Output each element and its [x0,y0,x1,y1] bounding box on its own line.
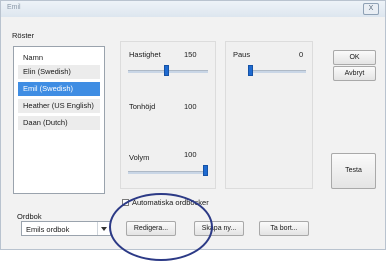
pause-slider-track [248,70,306,73]
volume-slider-thumb[interactable] [203,165,208,176]
highlight-ellipse [109,193,213,261]
dictionary-label: Ordbok [17,212,42,221]
remove-button[interactable]: Ta bort... [259,221,309,236]
ok-button[interactable]: OK [333,50,376,65]
title-bar: Emil X [1,1,385,17]
speed-label: Hastighet [129,50,161,59]
voice-list[interactable]: Namn Elin (Swedish) Emil (Swedish) Heath… [13,46,105,194]
pause-label: Paus [233,50,251,59]
list-item-heather[interactable]: Heather (US English) [18,99,100,113]
pitch-value: 100 [184,102,197,111]
pause-value: 0 [299,50,304,59]
speed-value: 150 [184,50,197,59]
pause-slider-thumb[interactable] [248,65,253,76]
volume-slider-track [128,171,208,174]
pause-panel [225,41,313,189]
dictionary-select[interactable]: Emils ordbok [21,221,111,236]
speed-slider-thumb[interactable] [164,65,169,76]
list-item-daan[interactable]: Daan (Dutch) [18,116,100,130]
list-item-emil[interactable]: Emil (Swedish) [18,82,100,96]
volume-value: 100 [184,150,197,159]
volume-label: Volym [129,153,150,162]
window-title: Emil [7,4,21,11]
cancel-button[interactable]: Avbryt [333,66,376,81]
test-button[interactable]: Testa [331,153,376,189]
close-button[interactable]: X [363,3,379,15]
voices-label: Röster [12,31,35,40]
dictionary-value: Emils ordbok [26,225,70,234]
voice-settings-panel [120,41,216,189]
pitch-label: Tonhöjd [129,102,156,111]
list-header: Namn [23,53,44,62]
list-item-elin[interactable]: Elin (Swedish) [18,65,100,79]
chevron-down-icon[interactable] [97,222,110,235]
